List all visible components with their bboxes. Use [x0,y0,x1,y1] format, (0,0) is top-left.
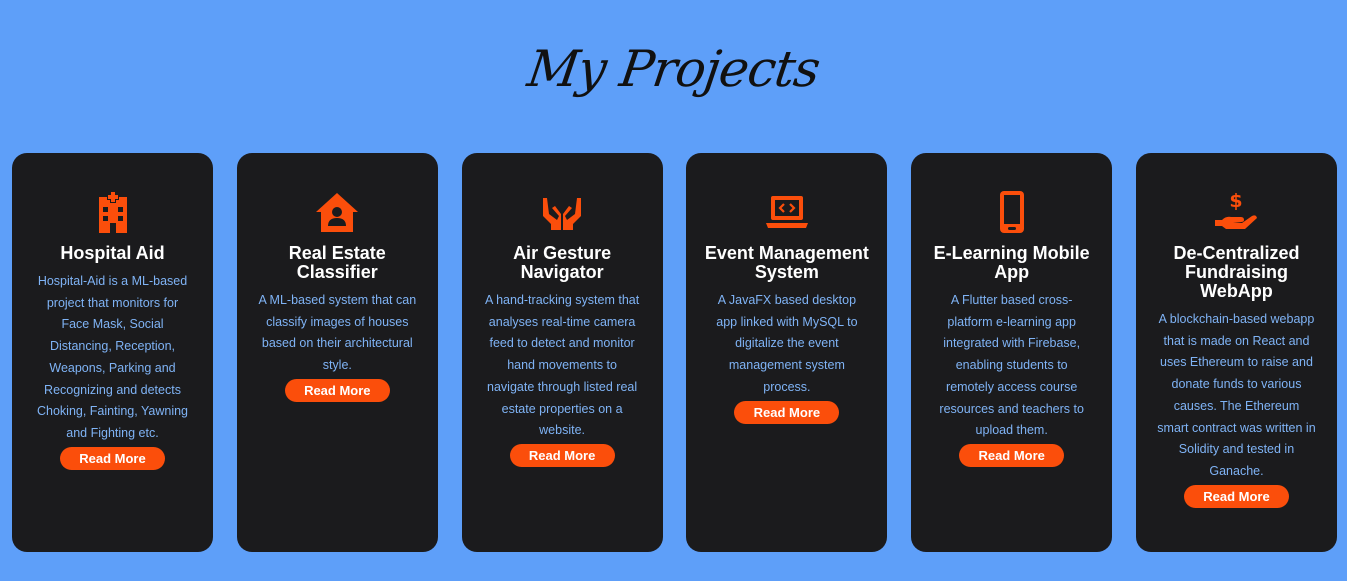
hands-icon [538,188,586,236]
read-more-button[interactable]: Read More [60,446,165,470]
project-card-e-learning-mobile-app: E-Learning Mobile App A Flutter based cr… [911,153,1113,552]
svg-text:$: $ [1230,190,1243,212]
hand-holding-dollar-icon: $ [1212,188,1260,236]
project-title: Air Gesture Navigator [513,243,612,282]
read-more-button[interactable]: Read More [284,378,390,402]
project-title: Event Management System [704,243,869,282]
project-description: Hospital-Aid is a ML-based project that … [36,274,189,440]
project-description: A Flutter based cross-platform e-learnin… [939,293,1084,438]
project-title: Hospital Aid [60,243,165,263]
read-more-button[interactable]: Read More [734,400,840,424]
project-card-air-gesture-navigator: Air Gesture Navigator A hand-tracking sy… [461,153,663,552]
project-description: A hand-tracking system that analyses rea… [484,293,640,438]
projects-list: Hospital Aid Hospital-Aid is a ML-based … [12,153,1337,552]
project-card-real-estate-classifier: Real Estate Classifier A ML-based system… [236,153,438,552]
read-more-button[interactable]: Read More [509,443,615,467]
project-card-event-management-system: Event Management System A JavaFX based d… [686,153,888,552]
project-title: De-Centralized Fundraising WebApp [1173,243,1300,301]
page-title: My Projects [524,40,823,98]
laptop-code-icon [763,188,811,236]
project-title: E-Learning Mobile App [933,243,1090,282]
project-description: A ML-based system that can classify imag… [258,293,417,373]
read-more-button[interactable]: Read More [1183,484,1289,508]
project-title: Real Estate Classifier [288,243,386,282]
house-user-icon [313,188,361,236]
read-more-button[interactable]: Read More [959,443,1065,467]
project-card-hospital-aid: Hospital Aid Hospital-Aid is a ML-based … [12,153,213,552]
project-description: A JavaFX based desktop app linked with M… [716,293,858,394]
mobile-icon [988,188,1036,236]
hospital-icon [89,188,137,236]
project-description: A blockchain-based webapp that is made o… [1157,312,1316,478]
project-card-decentralized-fundraising-webapp: $ De-Centralized Fundraising WebApp A bl… [1135,153,1337,552]
